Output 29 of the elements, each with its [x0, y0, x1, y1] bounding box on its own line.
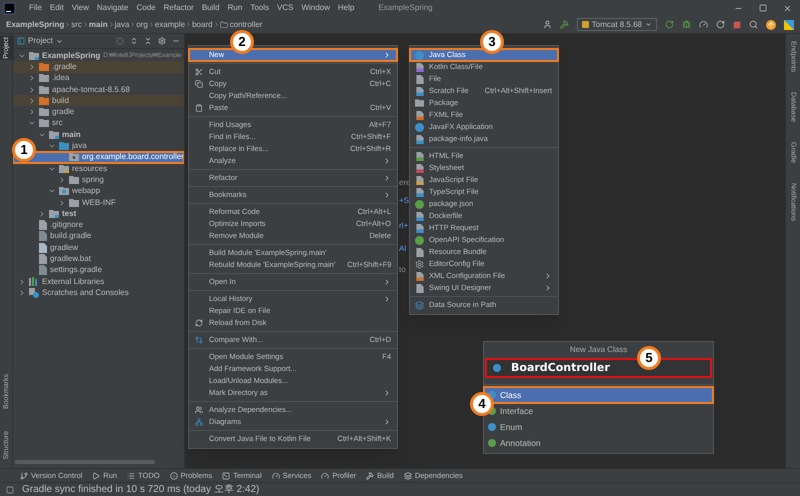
tree-label: java [72, 142, 87, 150]
tree-label: spring [82, 176, 104, 184]
tree-label: .gradle [52, 62, 76, 71]
tree-label: .idea [52, 74, 70, 82]
tree-label: build.gradle [50, 232, 92, 240]
tree-label: ExampleSpring [42, 52, 100, 60]
tree-label: webapp [72, 187, 100, 196]
tree-label: main [62, 130, 81, 139]
status-message: Gradle sync finished in 10 s 720 ms (today 오후 2:42) [22, 484, 260, 494]
tree-label: WEB-INF [82, 198, 116, 206]
editor-hint-text: rl+ [399, 221, 408, 231]
editor-hint-text: Al [399, 244, 406, 254]
tree-label: gradlew.bat [50, 254, 91, 263]
editor-hint-text: +S [399, 196, 410, 206]
tree-label: Scratches and Consoles [42, 288, 129, 297]
tree-label: test [62, 210, 76, 218]
tree-label: .gitignore [50, 221, 83, 230]
tree-label: settings.gradle [50, 266, 102, 274]
dialog-title: New Java Class [570, 346, 628, 354]
tree-label: org.example.board.controller [82, 153, 184, 162]
window-title: ExampleSpring [378, 2, 433, 14]
tree-label: apache-tomcat-8.5.68 [52, 86, 130, 94]
tree-label: gradlew [50, 244, 78, 252]
editor-hint-text: to [399, 265, 406, 275]
tree-label: build [52, 96, 69, 105]
tree-label: resources [72, 164, 108, 173]
tree-label: External Libraries [42, 278, 104, 286]
tree-label: src [52, 119, 63, 128]
tree-label: gradle [52, 108, 74, 116]
